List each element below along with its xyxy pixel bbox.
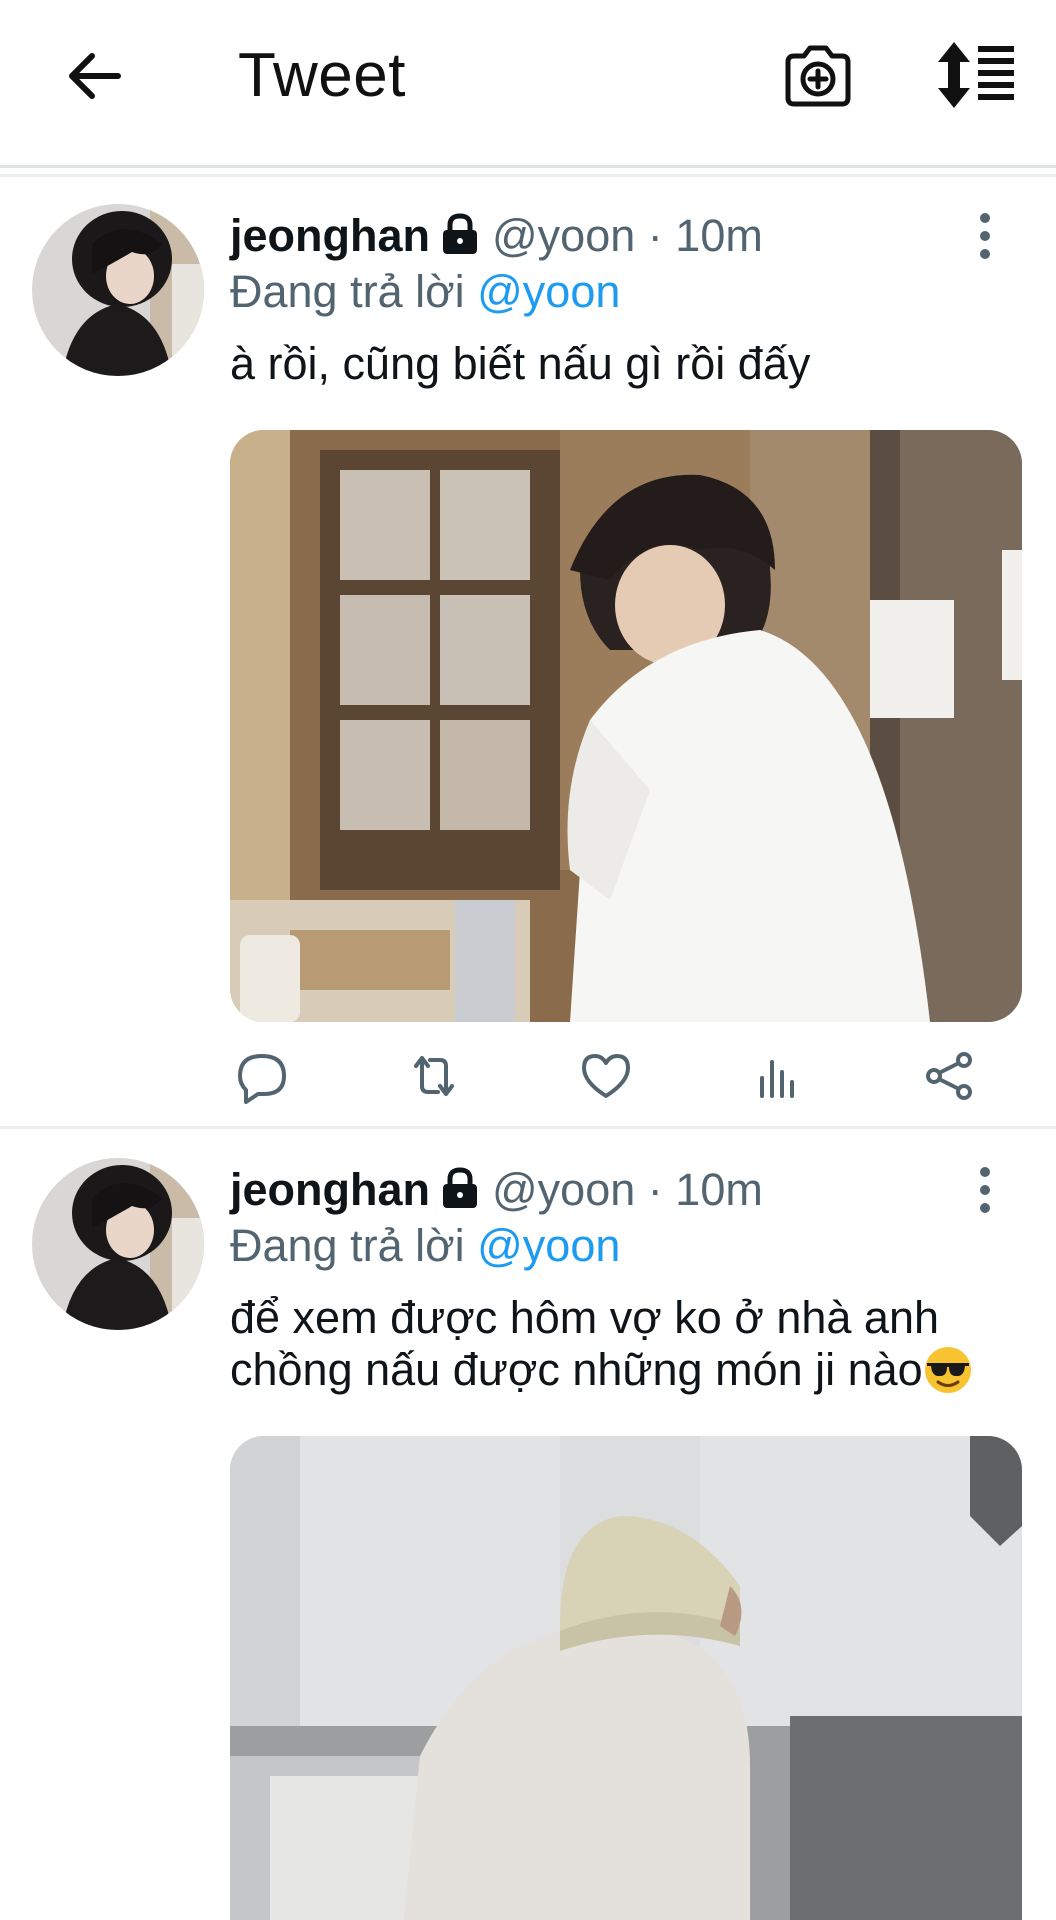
- timestamp[interactable]: 10m: [675, 210, 763, 261]
- replying-to: Đang trả lời @yoon: [230, 1220, 620, 1272]
- display-name[interactable]: jeonghan: [230, 210, 430, 261]
- reply-prefix: Đang trả lời: [230, 1220, 465, 1271]
- tweet-text: à rồi, cũng biết nấu gì rồi đấy: [230, 338, 1030, 390]
- separator-dot: ·: [647, 1164, 663, 1215]
- timestamp[interactable]: 10m: [675, 1164, 763, 1215]
- tweet-actions: [230, 1048, 1020, 1108]
- arrow-left-icon[interactable]: [62, 44, 126, 108]
- avatar[interactable]: [32, 204, 204, 376]
- tweet-text-line: để xem được hôm vợ ko ở nhà anh: [230, 1292, 939, 1343]
- header-shadow-line: [0, 174, 1056, 177]
- handle[interactable]: @yoon: [492, 1164, 635, 1215]
- sunglasses-emoji-icon: [924, 1347, 971, 1393]
- tweet-image[interactable]: [230, 1436, 1022, 1920]
- separator-dot: ·: [647, 210, 663, 261]
- tweet-image[interactable]: [230, 430, 1022, 1022]
- reply-mention-link[interactable]: @yoon: [477, 1220, 620, 1271]
- more-options-icon[interactable]: [970, 212, 1000, 262]
- lock-icon: [443, 213, 477, 254]
- tweet-text: để xem được hôm vợ ko ở nhà anh chồng nấ…: [230, 1292, 1030, 1396]
- tweet-text-line: chồng nấu được những món ji nào: [230, 1344, 923, 1395]
- reply-prefix: Đang trả lời: [230, 266, 465, 317]
- reply-icon[interactable]: [234, 1048, 290, 1104]
- analytics-icon[interactable]: [750, 1048, 806, 1104]
- reply-mention-link[interactable]: @yoon: [477, 266, 620, 317]
- retweet-icon[interactable]: [406, 1048, 462, 1104]
- share-icon[interactable]: [922, 1048, 978, 1104]
- replying-to: Đang trả lời @yoon: [230, 266, 620, 318]
- like-icon[interactable]: [578, 1048, 634, 1104]
- avatar[interactable]: [32, 1158, 204, 1330]
- sort-list-icon[interactable]: [936, 42, 1018, 108]
- tweet-header: jeonghan @yoon · 10m: [230, 1164, 763, 1216]
- camera-plus-icon[interactable]: [782, 40, 854, 112]
- more-options-icon[interactable]: [970, 1166, 1000, 1216]
- display-name[interactable]: jeonghan: [230, 1164, 430, 1215]
- tweet-text-line: à rồi, cũng biết nấu gì rồi đấy: [230, 338, 811, 389]
- page-title: Tweet: [238, 41, 406, 110]
- lock-icon: [443, 1167, 477, 1208]
- tweet-divider: [0, 1126, 1056, 1129]
- tweet-header: jeonghan @yoon · 10m: [230, 210, 763, 262]
- handle[interactable]: @yoon: [492, 210, 635, 261]
- top-app-bar: Tweet: [0, 0, 1056, 168]
